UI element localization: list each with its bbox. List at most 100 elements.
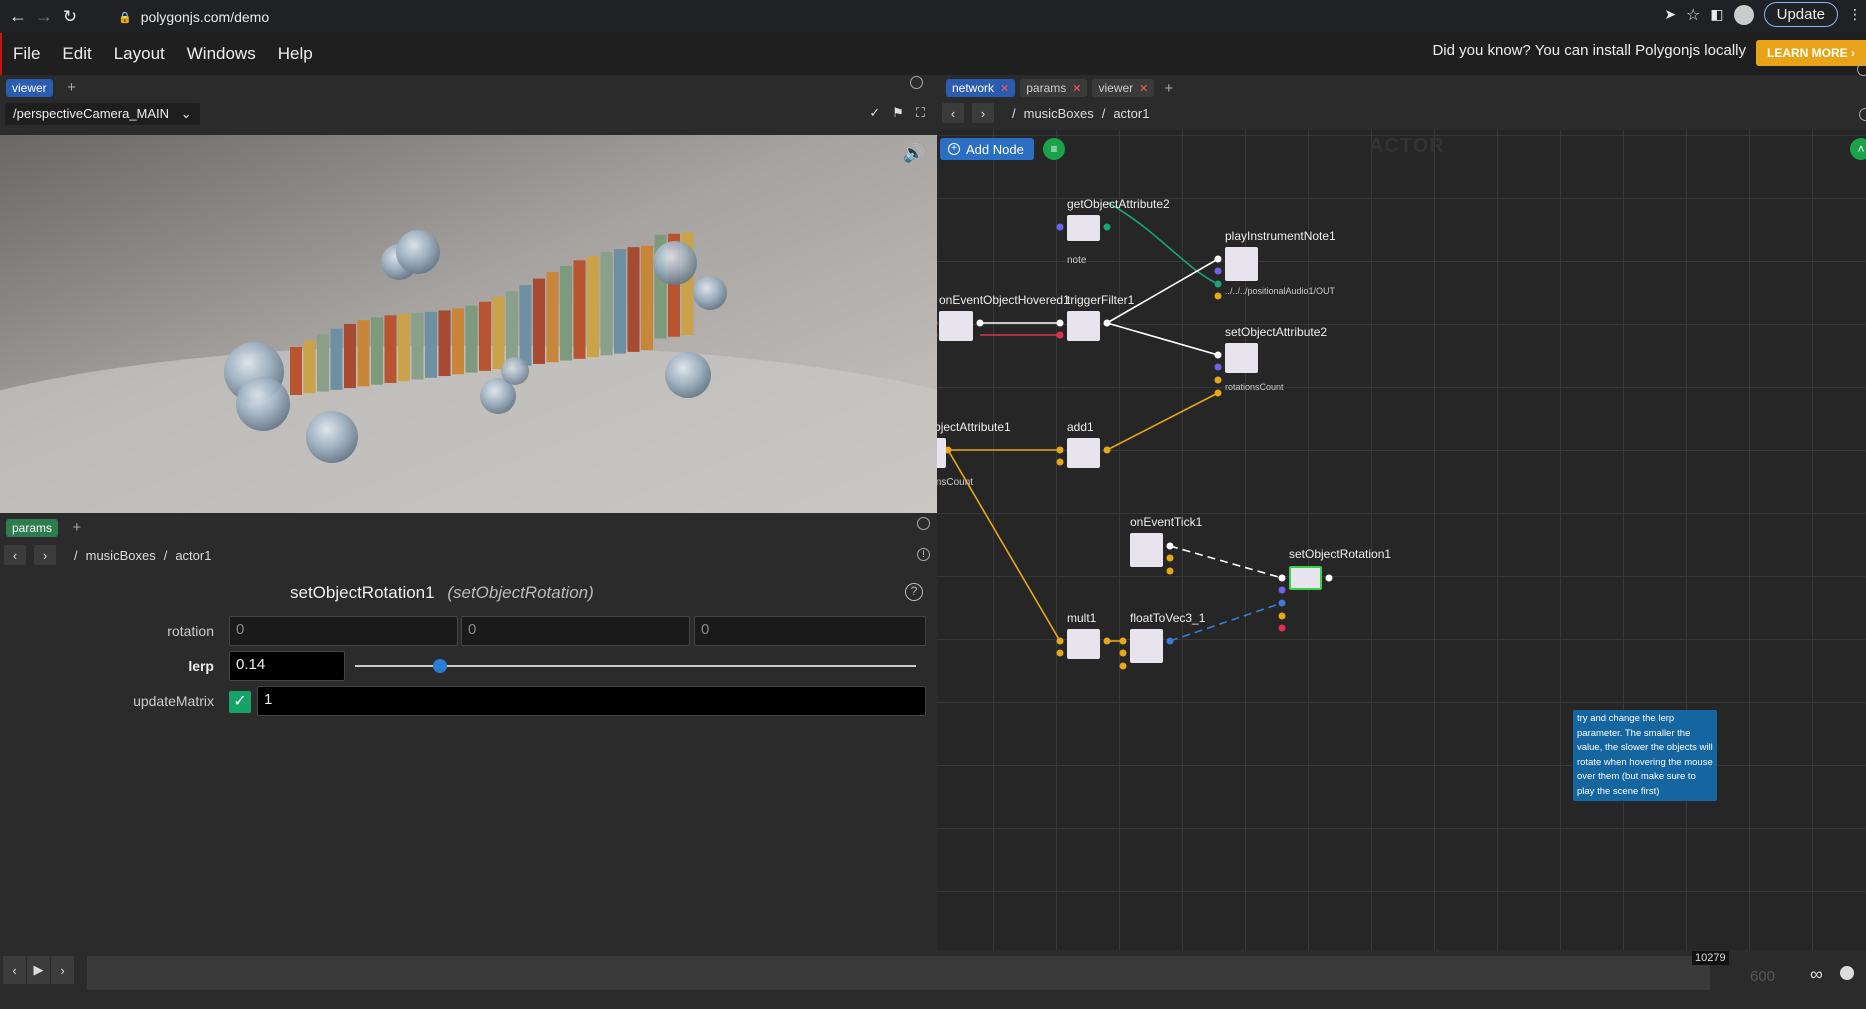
- music-box-bar: [344, 323, 356, 389]
- tab-params[interactable]: params: [6, 519, 59, 537]
- close-icon[interactable]: ✕: [1139, 82, 1148, 95]
- reload-icon[interactable]: ↻: [57, 4, 83, 30]
- tab-network[interactable]: network ✕: [946, 79, 1016, 97]
- sidebar-icon[interactable]: ◧: [1710, 6, 1723, 23]
- forward-arrow-icon[interactable]: ›: [34, 545, 56, 565]
- kebab-menu-icon[interactable]: ⋮: [1848, 6, 1862, 23]
- info-icon[interactable]: !: [917, 548, 930, 561]
- next-frame-icon[interactable]: ›: [51, 956, 75, 984]
- star-icon[interactable]: ☆: [1686, 5, 1700, 25]
- node-mult1-box[interactable]: [1067, 629, 1100, 659]
- node-onEventTick1-box[interactable]: [1130, 533, 1163, 567]
- node-add1-box[interactable]: [1067, 438, 1100, 468]
- tab-label: network: [952, 81, 995, 95]
- close-icon[interactable]: ✕: [1072, 82, 1081, 95]
- learn-more-button[interactable]: LEARN MORE ›: [1756, 40, 1866, 66]
- add-tab-icon[interactable]: +: [72, 519, 81, 536]
- node-type: (setObjectRotation): [447, 583, 594, 602]
- breadcrumb-item[interactable]: actor1: [175, 548, 211, 563]
- node-getObjectAttribute2[interactable]: getObjectAttribute2: [1067, 197, 1170, 211]
- node-triggerFilter1[interactable]: triggerFilter1: [1067, 293, 1134, 307]
- menu-edit[interactable]: Edit: [51, 44, 102, 64]
- update-button[interactable]: Update: [1763, 2, 1838, 27]
- tab-viewer[interactable]: viewer ✕: [1092, 79, 1155, 97]
- add-tab-icon[interactable]: +: [1164, 80, 1173, 97]
- menu-layout[interactable]: Layout: [103, 44, 176, 64]
- music-box-bar: [573, 260, 586, 359]
- node-floatToVec3_1[interactable]: floatToVec3_1: [1130, 611, 1205, 625]
- music-box-bar: [398, 313, 410, 382]
- panel-options-icon[interactable]: [1857, 63, 1866, 76]
- forward-icon[interactable]: →: [31, 4, 57, 30]
- menu-windows[interactable]: Windows: [176, 44, 267, 64]
- tab-params[interactable]: params ✕: [1020, 79, 1088, 97]
- previous-frame-icon[interactable]: ‹: [3, 956, 27, 984]
- profile-avatar[interactable]: [1733, 4, 1754, 25]
- loop-icon[interactable]: ∞: [1810, 964, 1823, 985]
- back-icon[interactable]: ←: [5, 4, 31, 30]
- node-onEventObjectHovered1-box[interactable]: [939, 311, 973, 341]
- play-icon[interactable]: ▶: [27, 956, 51, 984]
- node-setObjectRotation1-box[interactable]: [1289, 566, 1322, 590]
- rotation-x-input[interactable]: 0: [229, 616, 458, 646]
- timeline: ‹ ▶ › 10279 600 ∞: [0, 950, 1866, 1009]
- menu-help[interactable]: Help: [267, 44, 324, 64]
- forward-arrow-icon[interactable]: ›: [972, 103, 994, 123]
- node-floatToVec3_1-box[interactable]: [1130, 629, 1163, 663]
- tab-viewer[interactable]: viewer: [6, 79, 53, 97]
- lerp-input[interactable]: 0.14: [229, 651, 345, 681]
- breadcrumb-item[interactable]: actor1: [1113, 106, 1149, 121]
- breadcrumb-item[interactable]: musicBoxes: [86, 548, 156, 563]
- node-add1[interactable]: add1: [1067, 420, 1094, 434]
- timeline-scrubber[interactable]: [87, 956, 1710, 990]
- node-playInstrumentNote1[interactable]: playInstrumentNote1: [1225, 229, 1336, 243]
- update-matrix-checkbox[interactable]: ✓: [229, 691, 251, 713]
- node-graph[interactable]: + Add Node ≡ ˄ ACTOR getObjectAttribute2…: [937, 130, 1866, 950]
- menu-file[interactable]: File: [2, 44, 51, 64]
- tab-label: viewer: [1098, 81, 1134, 95]
- add-tab-icon[interactable]: +: [67, 79, 76, 96]
- node-setObjectRotation1[interactable]: setObjectRotation1: [1289, 547, 1391, 561]
- rotation-y-input[interactable]: 0: [461, 616, 690, 646]
- node-triggerFilter1-box[interactable]: [1067, 311, 1100, 341]
- panel-options-icon[interactable]: [910, 76, 923, 89]
- viewer-panel: viewer + /perspectiveCamera_MAIN ⌄ ✓ ⚑ ⛶: [0, 75, 937, 513]
- node-onEventObjectHovered1[interactable]: onEventObjectHovered1: [939, 293, 1070, 307]
- back-arrow-icon[interactable]: ‹: [4, 545, 26, 565]
- flag-icon[interactable]: ⚑: [892, 105, 904, 121]
- check-icon[interactable]: ✓: [869, 105, 880, 121]
- node-mult1[interactable]: mult1: [1067, 611, 1096, 625]
- share-icon[interactable]: ➤: [1664, 6, 1676, 23]
- node-onEventTick1[interactable]: onEventTick1: [1130, 515, 1202, 529]
- node-getObjectAttribute2-box[interactable]: [1067, 215, 1100, 241]
- rotation-z-input[interactable]: 0: [694, 616, 926, 646]
- fullscreen-icon[interactable]: ⛶: [916, 105, 925, 121]
- lerp-slider-thumb[interactable]: [433, 659, 448, 673]
- camera-select[interactable]: /perspectiveCamera_MAIN ⌄: [5, 103, 200, 125]
- node-setObjectAttribute2-box[interactable]: [1225, 343, 1258, 373]
- clock-icon[interactable]: [1840, 966, 1854, 980]
- tab-label: params: [1026, 81, 1067, 95]
- update-matrix-input[interactable]: 1: [257, 686, 926, 716]
- install-tip: Did you know? You can install Polygonjs …: [1432, 42, 1746, 59]
- node-getObjectAttribute1-box[interactable]: [937, 438, 946, 468]
- url-text: polygonjs.com/demo: [140, 9, 270, 25]
- update-matrix-label: updateMatrix: [133, 693, 214, 709]
- 3d-viewport[interactable]: 🔊: [0, 135, 937, 513]
- end-frame-input[interactable]: 600: [1750, 968, 1775, 985]
- info-icon[interactable]: [1859, 108, 1866, 121]
- breadcrumb-item[interactable]: musicBoxes: [1024, 106, 1094, 121]
- close-icon[interactable]: ✕: [1000, 82, 1009, 95]
- learn-more-label: LEARN MORE: [1766, 46, 1848, 60]
- node-setObjectAttribute2-attrib: rotationsCount: [1225, 382, 1284, 392]
- node-getObjectAttribute1[interactable]: getObjectAttribute1: [937, 420, 1011, 434]
- volume-icon[interactable]: 🔊: [903, 143, 925, 164]
- node-setObjectAttribute2[interactable]: setObjectAttribute2: [1225, 325, 1327, 339]
- back-arrow-icon[interactable]: ‹: [942, 103, 964, 123]
- music-box-bar: [357, 320, 370, 387]
- panel-options-icon[interactable]: [917, 517, 930, 530]
- address-bar[interactable]: 🔒 polygonjs.com/demo: [108, 5, 1638, 29]
- current-frame: 10279: [1692, 951, 1729, 965]
- node-playInstrumentNote1-box[interactable]: [1225, 247, 1258, 281]
- help-icon[interactable]: ?: [905, 583, 923, 601]
